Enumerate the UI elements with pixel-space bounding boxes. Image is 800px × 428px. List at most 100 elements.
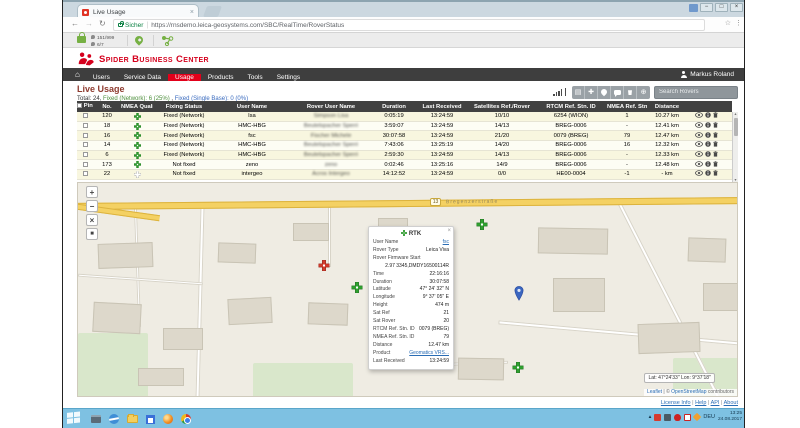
tray-flag-icon[interactable]	[664, 414, 671, 421]
map-extent-button[interactable]: ■	[86, 228, 98, 240]
row-checkbox[interactable]	[83, 113, 88, 118]
rover-info-icon[interactable]	[705, 132, 711, 140]
new-tab-button[interactable]	[203, 6, 222, 17]
delete-rover-icon[interactable]	[713, 170, 718, 178]
table-row[interactable]: 16Fixed (Network)fscFischer Michele30:07…	[77, 131, 732, 141]
delete-button[interactable]	[624, 86, 637, 99]
nav-item-service-data[interactable]: Service Data	[117, 74, 168, 81]
account-menu[interactable]: Markus Roland	[680, 71, 734, 78]
table-row[interactable]: 14Fixed (Network)HMC-HBGBeutelspacher Sp…	[77, 141, 732, 151]
nav-item-users[interactable]: Users	[86, 74, 117, 81]
forward-icon[interactable]: →	[85, 19, 93, 28]
taskbar-clock[interactable]: 13:25 24.08.2017	[718, 411, 742, 423]
url-field[interactable]: Sicher | https://rnsdemo.leica-geosystem…	[113, 19, 705, 31]
view-on-map-icon[interactable]	[695, 132, 703, 140]
delete-rover-icon[interactable]	[713, 112, 718, 120]
taskbar-folder-icon[interactable]	[125, 412, 139, 426]
window-maximize-button[interactable]: □	[715, 3, 728, 12]
delete-rover-icon[interactable]	[713, 122, 718, 130]
list-view-button[interactable]: ▤	[572, 86, 585, 99]
row-checkbox[interactable]	[83, 133, 88, 138]
nmea-quality-button[interactable]: ✚	[585, 86, 598, 99]
keyboard-language[interactable]: DEU	[703, 414, 715, 420]
location-pin-icon[interactable]	[133, 34, 144, 45]
delete-rover-icon[interactable]	[713, 151, 718, 159]
rover-info-icon[interactable]	[705, 112, 711, 120]
popup-field-value[interactable]: Geomatics VRS...	[409, 350, 449, 358]
rover-marker-cross[interactable]	[352, 280, 363, 298]
back-icon[interactable]: ←	[71, 19, 79, 28]
leaflet-link[interactable]: Leaflet	[647, 389, 662, 395]
bookmark-star-icon[interactable]: ☆	[725, 19, 731, 27]
rover-marker-cross[interactable]	[319, 258, 330, 276]
view-on-map-icon[interactable]	[695, 170, 703, 178]
rover-info-icon[interactable]	[705, 151, 711, 159]
popup-close-icon[interactable]: ×	[447, 228, 451, 234]
rover-info-icon[interactable]	[705, 141, 711, 149]
rover-info-icon[interactable]	[705, 161, 711, 169]
window-minimize-button[interactable]: −	[700, 3, 713, 12]
tray-status-icon[interactable]	[684, 414, 691, 421]
view-on-map-icon[interactable]	[695, 151, 703, 159]
tray-expand-icon[interactable]: ▴	[649, 414, 652, 420]
taskbar-save-icon[interactable]	[143, 412, 157, 426]
delete-rover-icon[interactable]	[713, 141, 718, 149]
taskbar-chrome-icon[interactable]	[179, 412, 193, 426]
rover-marker-pin[interactable]	[514, 286, 524, 306]
table-row[interactable]: 18Fixed (Network)HMC-HBGBeutelspacher Sp…	[77, 122, 732, 132]
taskbar-system-icon[interactable]	[89, 412, 103, 426]
nav-item-settings[interactable]: Settings	[270, 74, 308, 81]
row-checkbox[interactable]	[83, 123, 88, 128]
table-scrollbar[interactable]: ▲ ▼	[732, 112, 738, 182]
table-row[interactable]: 22Not fixedintergeoAcros Intergeo14:12:5…	[77, 170, 732, 180]
taskbar-ie-icon[interactable]	[107, 412, 121, 426]
view-on-map-icon[interactable]	[695, 122, 703, 130]
leaflet-map[interactable]: 13 Bregenzerstraße + − × ■ × RTK User Na…	[77, 182, 738, 397]
row-checkbox[interactable]	[83, 152, 88, 157]
rover-marker-cross[interactable]	[513, 360, 524, 378]
start-button[interactable]	[67, 411, 83, 427]
reload-icon[interactable]: ↻	[99, 19, 106, 28]
delete-rover-icon[interactable]	[713, 161, 718, 169]
window-close-button[interactable]: ×	[730, 3, 743, 12]
globe-button[interactable]: ⊕	[637, 86, 650, 99]
osm-link[interactable]: OpenStreetMap	[671, 389, 706, 395]
row-checkbox[interactable]	[83, 142, 88, 147]
row-checkbox[interactable]	[83, 171, 88, 176]
footer-link-api[interactable]: API	[711, 400, 720, 406]
row-checkbox[interactable]	[83, 162, 88, 167]
table-row[interactable]: 120Fixed (Network)lsaSimpson Lisa0:05:19…	[77, 112, 732, 122]
view-on-map-icon[interactable]	[695, 161, 703, 169]
tray-app-icon[interactable]	[654, 414, 661, 421]
brand-name: Spider Business Center	[99, 54, 209, 65]
map-fullscreen-button[interactable]: ×	[86, 214, 98, 226]
taskbar-firefox-icon[interactable]	[161, 412, 175, 426]
browser-menu-icon[interactable]: ⋮	[735, 19, 742, 27]
view-on-map-icon[interactable]	[695, 141, 703, 149]
message-button[interactable]	[611, 86, 624, 99]
map-zoom-out-button[interactable]: −	[86, 200, 98, 212]
rover-marker-cross[interactable]	[477, 217, 488, 235]
tray-warning-icon[interactable]	[693, 413, 701, 421]
footer-link-help[interactable]: Help	[695, 400, 706, 406]
nav-item-products[interactable]: Products	[201, 74, 241, 81]
table-row[interactable]: 6Fixed (Network)HMC-HBGBeutelspacher Spe…	[77, 151, 732, 161]
nav-item-usage[interactable]: Usage	[168, 74, 201, 81]
rover-info-icon[interactable]	[705, 122, 711, 130]
nav-item-tools[interactable]: Tools	[241, 74, 270, 81]
table-row[interactable]: 173Not fixedzenozeno0:02:4613:25:1614/9B…	[77, 160, 732, 170]
tray-shield-icon[interactable]	[674, 414, 681, 421]
delete-rover-icon[interactable]	[713, 132, 718, 140]
tab-close-icon[interactable]: ×	[190, 9, 194, 16]
header-checkbox[interactable]	[77, 103, 82, 108]
popup-field-value[interactable]: fsc	[443, 239, 449, 247]
search-rovers-input[interactable]	[654, 86, 738, 99]
rover-info-icon[interactable]	[705, 170, 711, 178]
map-zoom-in-button[interactable]: +	[86, 186, 98, 198]
footer-link-about[interactable]: About	[724, 400, 738, 406]
footer-link-license-info[interactable]: License Info	[661, 400, 691, 406]
map-view-button[interactable]	[598, 86, 611, 99]
window-profile-icon[interactable]	[689, 4, 698, 12]
view-on-map-icon[interactable]	[695, 112, 703, 120]
home-icon[interactable]: ⌂	[75, 70, 80, 79]
